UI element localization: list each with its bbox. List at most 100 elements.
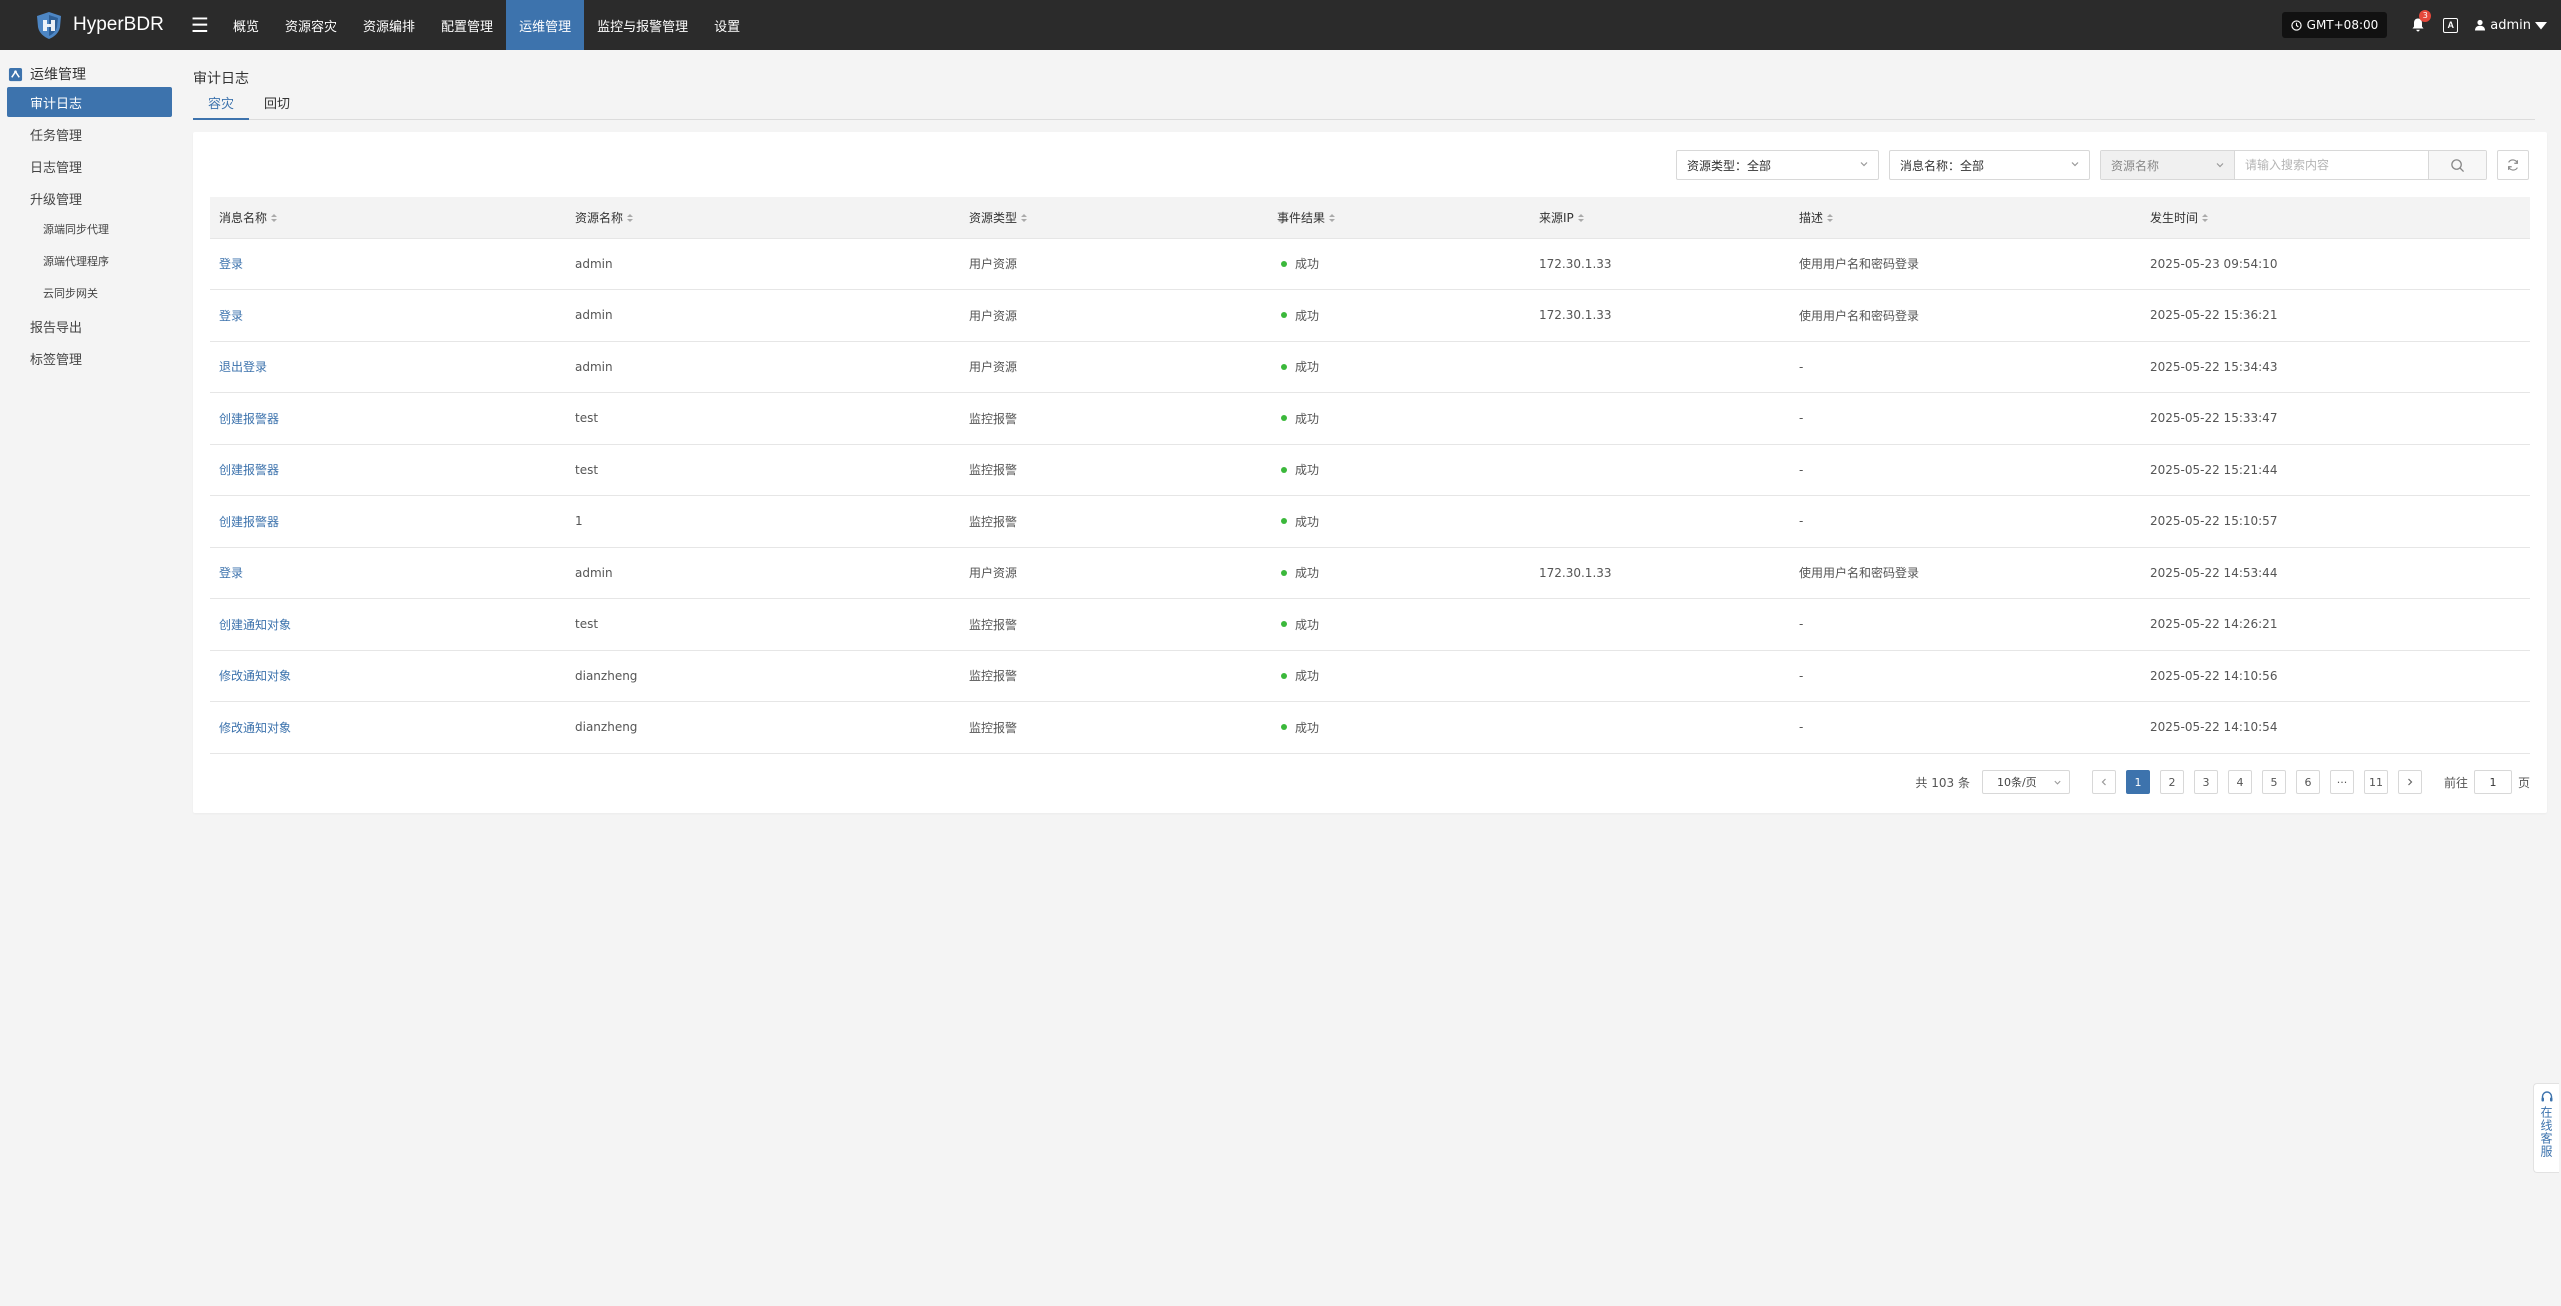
- sort-icon: [1827, 214, 1834, 223]
- result-cell: 成功: [1268, 341, 1530, 393]
- column-header[interactable]: 事件结果: [1268, 197, 1530, 239]
- message-link[interactable]: 创建报警器: [210, 496, 566, 548]
- description-cell: -: [1799, 668, 1804, 683]
- search-button[interactable]: [2428, 151, 2486, 179]
- tab-failback[interactable]: 回切: [249, 94, 305, 120]
- search-box: 资源名称: [2100, 150, 2487, 180]
- page-size-value: 10条/页: [1996, 776, 2037, 789]
- resource-type-cell: 用户资源: [969, 308, 1018, 323]
- message-link[interactable]: 修改通知对象: [210, 702, 566, 754]
- page-button[interactable]: 4: [2227, 770, 2252, 794]
- search-icon: [2451, 158, 2465, 172]
- next-page-button[interactable]: [2397, 770, 2422, 794]
- description-cell: -: [1799, 514, 1804, 529]
- logo[interactable]: HyperBDR: [0, 10, 180, 40]
- column-header[interactable]: 描述: [1790, 197, 2141, 239]
- resource-type-cell: 监控报警: [969, 411, 1018, 426]
- result-cell: 成功: [1268, 599, 1530, 651]
- message-link[interactable]: 创建通知对象: [210, 599, 566, 651]
- time-cell: 2025-05-22 14:26:21: [2150, 617, 2278, 632]
- message-link[interactable]: 登录: [210, 547, 566, 599]
- page-title: 审计日志: [193, 71, 249, 87]
- goto-page: 前往 页: [2444, 770, 2530, 794]
- table-row: 创建报警器 1 监控报警 成功 - 2025-05-22 15:10:57: [210, 496, 2530, 548]
- message-link[interactable]: 退出登录: [210, 341, 566, 393]
- resource-type-select[interactable]: 资源类型：全部: [1676, 150, 1879, 180]
- sidebar-item-task-management[interactable]: 任务管理: [7, 119, 172, 149]
- search-input[interactable]: [2235, 151, 2428, 179]
- page-ellipsis-button[interactable]: ···: [2329, 770, 2354, 794]
- message-link[interactable]: 创建报警器: [210, 444, 566, 496]
- topnav-config[interactable]: 配置管理: [428, 0, 506, 50]
- topnav-resource-dr[interactable]: 资源容灾: [272, 0, 350, 50]
- sidebar-item-report-export[interactable]: 报告导出: [7, 311, 172, 341]
- message-link[interactable]: 创建报警器: [210, 393, 566, 445]
- goto-suffix: 页: [2517, 775, 2530, 790]
- sort-icon: [271, 214, 278, 223]
- topnav-settings[interactable]: 设置: [701, 0, 753, 50]
- column-header[interactable]: 消息名称: [210, 197, 566, 239]
- message-link[interactable]: 修改通知对象: [210, 650, 566, 702]
- search-field-select[interactable]: 资源名称: [2101, 151, 2235, 179]
- success-dot-icon: [1281, 724, 1287, 731]
- chevron-right-icon: [2408, 778, 2413, 786]
- page-button[interactable]: 11: [2363, 770, 2388, 794]
- resource-name-cell: dianzheng: [575, 668, 638, 683]
- chevron-down-icon: [2071, 162, 2079, 167]
- menu-toggle-icon[interactable]: ☰: [180, 0, 220, 50]
- shield-logo-icon: [37, 12, 61, 39]
- refresh-button[interactable]: [2497, 150, 2529, 180]
- message-link[interactable]: 登录: [210, 238, 566, 290]
- source-ip-cell: 172.30.1.33: [1539, 256, 1612, 271]
- resource-name-cell: admin: [575, 308, 613, 323]
- timezone-badge[interactable]: GMT+08:00: [2281, 12, 2388, 38]
- sidebar-subitem-cloud-sync-gateway[interactable]: 云同步网关: [0, 277, 180, 309]
- source-ip-cell: [1530, 496, 1790, 548]
- result-cell: 成功: [1268, 496, 1530, 548]
- resource-type-cell: 用户资源: [969, 360, 1018, 375]
- message-link[interactable]: 登录: [210, 290, 566, 342]
- column-header[interactable]: 资源名称: [566, 197, 960, 239]
- message-name-select[interactable]: 消息名称：全部: [1889, 150, 2090, 180]
- success-dot-icon: [1281, 415, 1287, 422]
- page-button[interactable]: 6: [2295, 770, 2320, 794]
- filter-bar: 资源类型：全部 消息名称：全部 资源名称: [1676, 150, 2529, 180]
- source-ip-cell: [1530, 341, 1790, 393]
- sidebar-subitem-source-agent-program[interactable]: 源端代理程序: [0, 245, 180, 277]
- sidebar-item-upgrade-management[interactable]: 升级管理: [7, 183, 172, 213]
- result-cell: 成功: [1268, 444, 1530, 496]
- page-button[interactable]: 1: [2125, 770, 2150, 794]
- resource-type-cell: 监控报警: [969, 669, 1018, 684]
- sidebar-subitem-source-sync-agent[interactable]: 源端同步代理: [0, 213, 180, 245]
- page-button[interactable]: 3: [2193, 770, 2218, 794]
- language-icon[interactable]: A: [2443, 17, 2459, 33]
- user-name: admin: [2490, 17, 2531, 33]
- page-button[interactable]: 5: [2261, 770, 2286, 794]
- sidebar-item-audit-log[interactable]: 审计日志: [7, 87, 172, 117]
- description-cell: -: [1799, 359, 1804, 374]
- column-header[interactable]: 发生时间: [2141, 197, 2530, 239]
- message-name-value: 消息名称：全部: [1900, 158, 1985, 173]
- topnav-overview[interactable]: 概览: [220, 0, 272, 50]
- page-size-select[interactable]: 10条/页: [1981, 770, 2070, 794]
- notification-button[interactable]: 3: [2405, 10, 2432, 38]
- online-service-button[interactable]: 在线客服: [2533, 1083, 2559, 1173]
- goto-page-input[interactable]: [2473, 770, 2512, 794]
- user-menu[interactable]: admin: [2474, 18, 2547, 33]
- search-field-value: 资源名称: [2111, 158, 2160, 173]
- topnav-monitor[interactable]: 监控与报警管理: [584, 0, 701, 50]
- page-button[interactable]: 2: [2159, 770, 2184, 794]
- sidebar-header: 运维管理: [0, 61, 180, 87]
- column-header[interactable]: 资源类型: [960, 197, 1268, 239]
- sidebar-item-tag-management[interactable]: 标签管理: [7, 343, 172, 373]
- chevron-down-icon: [2216, 163, 2224, 168]
- topnav-orchestration[interactable]: 资源编排: [350, 0, 428, 50]
- topnav-ops[interactable]: 运维管理: [506, 0, 585, 50]
- sidebar: 运维管理 审计日志 任务管理 日志管理 升级管理 源端同步代理 源端代理程序 云…: [0, 50, 180, 1306]
- tab-dr[interactable]: 容灾: [193, 94, 250, 120]
- result-cell: 成功: [1268, 238, 1530, 290]
- prev-page-button[interactable]: [2091, 770, 2116, 794]
- sidebar-item-log-management[interactable]: 日志管理: [7, 151, 172, 181]
- column-header[interactable]: 来源IP: [1530, 197, 1790, 239]
- app-name: HyperBDR: [73, 14, 164, 35]
